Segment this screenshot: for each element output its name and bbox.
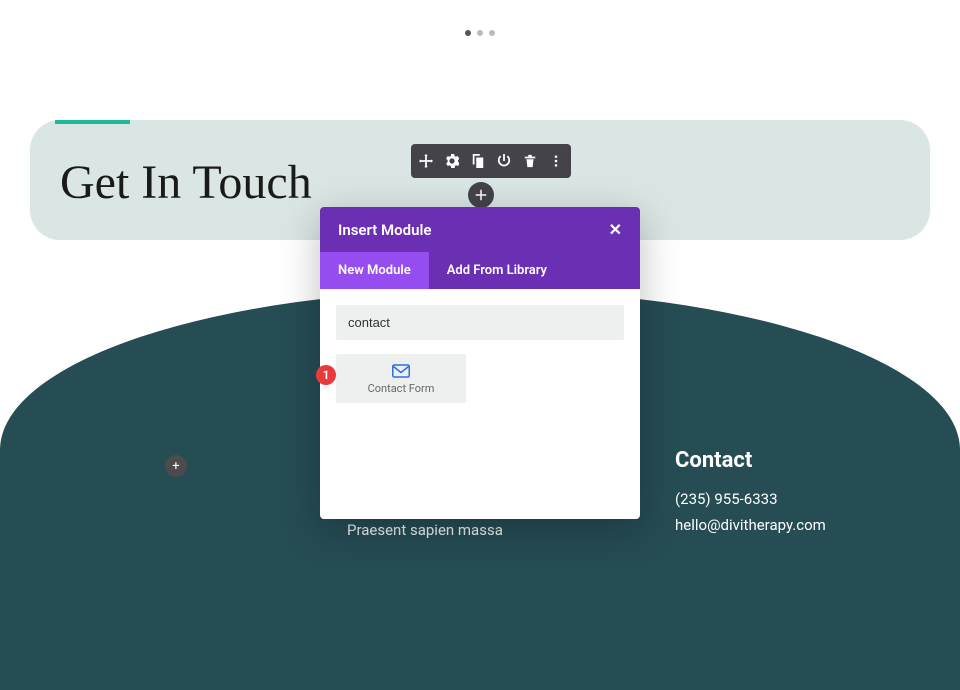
add-module-button[interactable]: [468, 182, 494, 208]
contact-email: hello@divitherapy.com: [675, 513, 826, 539]
tab-new-module[interactable]: New Module: [320, 252, 429, 289]
module-search-input[interactable]: [336, 305, 624, 340]
modal-title: Insert Module: [338, 221, 431, 239]
add-section-button[interactable]: +: [165, 455, 187, 477]
pagination-dots[interactable]: [465, 30, 495, 36]
close-icon[interactable]: ✕: [609, 220, 622, 239]
module-contact-form[interactable]: Contact Form: [336, 354, 466, 403]
module-toolbar: [411, 144, 571, 178]
module-results-grid: Contact Form: [336, 354, 624, 403]
more-icon[interactable]: [549, 154, 563, 168]
gear-icon[interactable]: [445, 154, 459, 168]
trash-icon[interactable]: [523, 154, 537, 168]
contact-phone: (235) 955-6333: [675, 487, 826, 513]
dot[interactable]: [465, 30, 471, 36]
modal-body: Contact Form: [320, 289, 640, 519]
dot[interactable]: [477, 30, 483, 36]
power-icon[interactable]: [497, 154, 511, 168]
tab-add-from-library[interactable]: Add From Library: [429, 252, 565, 289]
modal-tabs: New Module Add From Library: [320, 252, 640, 289]
footer-text-snippet: Praesent sapien massa: [347, 521, 503, 539]
module-label: Contact Form: [340, 382, 462, 395]
annotation-badge-1: 1: [316, 365, 336, 385]
dot[interactable]: [489, 30, 495, 36]
contact-block: Contact (235) 955-6333 hello@divitherapy…: [675, 448, 826, 538]
move-icon[interactable]: [419, 154, 433, 168]
insert-module-modal: Insert Module ✕ New Module Add From Libr…: [320, 207, 640, 519]
contact-heading: Contact: [675, 448, 826, 473]
mail-icon: [340, 364, 462, 378]
duplicate-icon[interactable]: [471, 154, 485, 168]
modal-header: Insert Module ✕: [320, 207, 640, 252]
hero-accent-bar: [55, 120, 130, 124]
